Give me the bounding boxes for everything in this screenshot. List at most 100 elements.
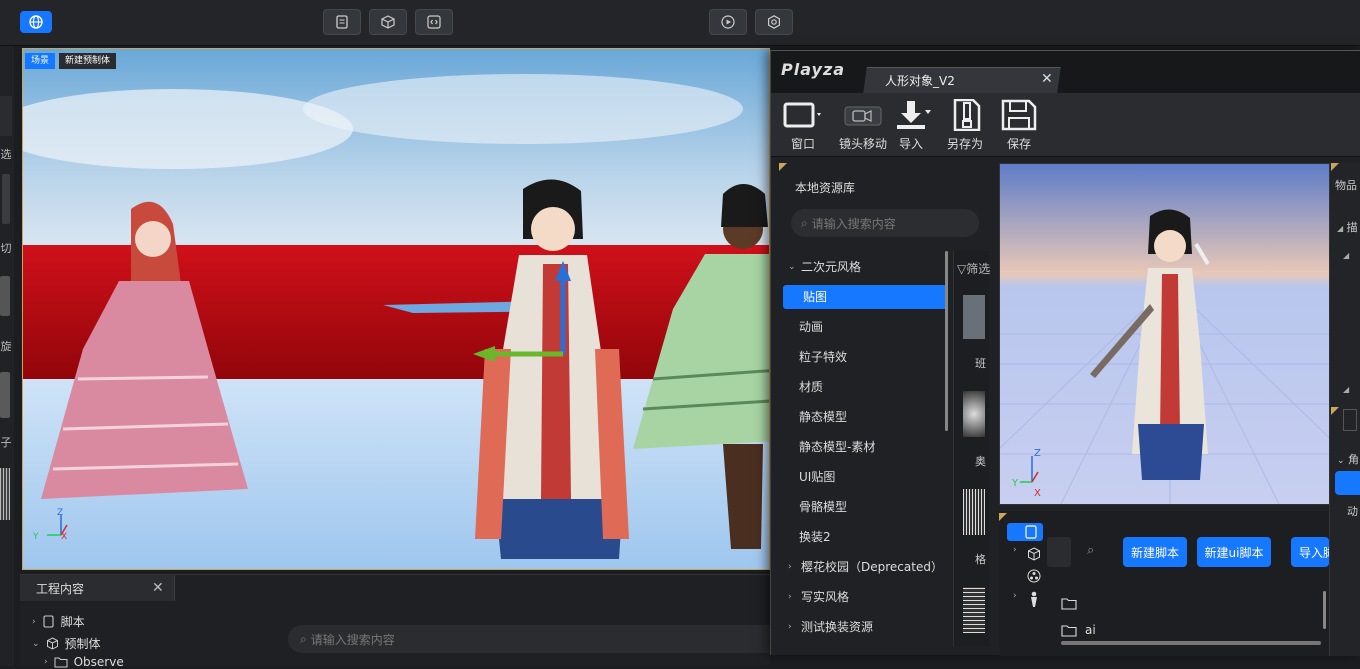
svg-text:X: X: [61, 532, 67, 542]
chevron-down-icon: ⌄: [788, 262, 796, 272]
window-tool-button[interactable]: 窗口: [775, 99, 831, 152]
library-item-static-assets[interactable]: 静态模型-素材: [779, 435, 943, 459]
chevron-right-icon[interactable]: ›: [1013, 545, 1017, 555]
globe-button[interactable]: [20, 11, 52, 33]
tool-grid-thumb[interactable]: [0, 468, 10, 520]
property-anim-label[interactable]: 动: [1347, 503, 1358, 519]
character-preview[interactable]: Z Y X: [999, 163, 1339, 505]
library-scrollbar[interactable]: [945, 251, 948, 431]
library-item-animation[interactable]: 动画: [779, 315, 943, 339]
script-icon: [43, 615, 54, 628]
svg-text:Y: Y: [1011, 478, 1019, 489]
tool-label: 另存为: [946, 137, 983, 151]
library-item-particles[interactable]: 粒子特效: [779, 345, 943, 369]
new-script-button[interactable]: 新建脚本: [1123, 537, 1187, 567]
gear-icon: [768, 15, 780, 29]
camera-icon: [844, 106, 882, 126]
code-button[interactable]: [415, 9, 453, 35]
new-ui-script-button[interactable]: 新建ui脚本: [1197, 537, 1271, 567]
tool-thumb[interactable]: [0, 276, 10, 316]
asset-thumb[interactable]: [963, 391, 985, 437]
tree-item-label: Observe: [73, 655, 124, 669]
tool-rotate-label[interactable]: 旋: [0, 338, 12, 354]
asset-thumb-label: 格: [975, 553, 986, 566]
tool-label: 保存: [1006, 137, 1031, 151]
tool-label: 导入: [898, 137, 923, 151]
library-group-anime[interactable]: ⌄ 二次元风格: [779, 255, 943, 279]
import-script-button[interactable]: 导入脚本: [1291, 537, 1329, 567]
project-panel: 工程内容 ✕ › 脚本 ⌄ 预制体 › Observe ⌕ 请输入搜索内容: [20, 574, 788, 669]
property-desc-label[interactable]: ◢ 描: [1337, 219, 1358, 235]
svg-text:Z: Z: [57, 508, 63, 518]
model-button[interactable]: [369, 9, 407, 35]
cube-icon: [46, 637, 58, 650]
project-close-icon[interactable]: ✕: [152, 580, 164, 596]
viewport-tab-prefab[interactable]: 新建预制体: [59, 53, 117, 69]
tree-item-observe[interactable]: › Observe: [44, 655, 124, 669]
save-tool-button[interactable]: 保存: [991, 99, 1047, 152]
chevron-right-icon[interactable]: ›: [1013, 591, 1017, 601]
tool-thumb-2[interactable]: [0, 372, 10, 418]
person-icon[interactable]: [1027, 591, 1041, 610]
tool-select-label[interactable]: 选: [0, 146, 12, 162]
property-role-label[interactable]: ⌄ 角: [1337, 451, 1359, 467]
playza-toolbar: 窗口 镜头移动 导入 另存为 保存: [771, 93, 1360, 157]
asset-thumb[interactable]: [963, 489, 985, 535]
library-group-realistic[interactable]: › 写实风格: [779, 585, 943, 609]
asset-thumb-label: 班: [975, 357, 986, 370]
play-button[interactable]: [709, 9, 747, 35]
playza-editor-window: Playza 人形对象_V2 ✕ 窗口 镜头移动 导入 另存为 保存 本地资源库…: [770, 50, 1360, 656]
library-group-sakura[interactable]: › 樱花校园（Deprecated）: [779, 555, 943, 579]
panel-corner-marker: [779, 163, 787, 171]
filter-button[interactable]: ▽筛选: [957, 260, 990, 277]
scene-viewport[interactable]: Z Y X 场景 新建预制体: [22, 48, 770, 570]
library-group-test-costume[interactable]: › 测试换装资源: [779, 615, 943, 639]
script-folder-row[interactable]: [1061, 597, 1085, 610]
scripts-scrollbar[interactable]: [1323, 591, 1326, 629]
panel-corner-marker: [1331, 163, 1339, 171]
tool-move-label[interactable]: 切: [0, 240, 12, 256]
top-toolbar: [0, 0, 1360, 46]
library-item-ui-textures[interactable]: UI贴图: [779, 465, 943, 489]
project-search-input[interactable]: ⌕ 请输入搜索内容: [288, 625, 788, 653]
svg-text:X: X: [1034, 488, 1041, 499]
close-tab-icon[interactable]: ✕: [1041, 71, 1053, 87]
library-item-materials[interactable]: 材质: [779, 375, 943, 399]
library-item-costume[interactable]: 换装2: [779, 525, 943, 549]
panel-corner-marker: [1331, 407, 1339, 415]
svg-text:Y: Y: [32, 532, 39, 542]
cube-icon[interactable]: [1027, 547, 1041, 564]
search-icon: ⌕: [801, 215, 808, 230]
playza-logo: Playza: [781, 60, 846, 79]
save-as-icon: [953, 99, 981, 131]
save-as-tool-button[interactable]: 另存为: [937, 99, 993, 152]
tool-handle[interactable]: [2, 174, 10, 224]
library-item-static-models[interactable]: 静态模型: [779, 405, 943, 429]
asset-thumb[interactable]: [963, 587, 985, 633]
library-item-textures[interactable]: 贴图: [783, 285, 947, 309]
scripts-h-scrollbar[interactable]: [1061, 641, 1321, 645]
settings-button[interactable]: [755, 9, 793, 35]
asset-thumb[interactable]: [963, 295, 985, 339]
person-icon[interactable]: [1343, 409, 1357, 431]
tree-item-scripts[interactable]: › 脚本: [32, 613, 85, 630]
script-editor-button[interactable]: [323, 9, 361, 35]
library-search-input[interactable]: ⌕ 请输入搜索内容: [791, 209, 979, 237]
tree-item-prefabs[interactable]: ⌄ 预制体: [32, 635, 101, 652]
preview-render: Z Y X: [1000, 164, 1338, 504]
viewport-tab-scene[interactable]: 场景: [25, 53, 56, 69]
library-title: 本地资源库: [795, 181, 856, 195]
library-item-skeletal-models[interactable]: 骨骼模型: [779, 495, 943, 519]
role-select-button[interactable]: [1335, 471, 1360, 495]
chevron-down-icon: ◢: [1337, 224, 1344, 233]
script-type-toggle[interactable]: [1007, 523, 1043, 541]
script-folder-ai[interactable]: ai: [1061, 623, 1096, 637]
tool-child-label[interactable]: 子: [0, 434, 12, 450]
import-tool-button[interactable]: 导入: [883, 99, 939, 152]
folder-icon: [1061, 624, 1077, 637]
floppy-disk-icon: [1001, 99, 1037, 131]
script-type-select[interactable]: [1047, 537, 1071, 567]
nodes-icon[interactable]: [1027, 569, 1041, 586]
search-icon[interactable]: ⌕: [1087, 543, 1094, 558]
folder-icon: [1061, 598, 1077, 610]
